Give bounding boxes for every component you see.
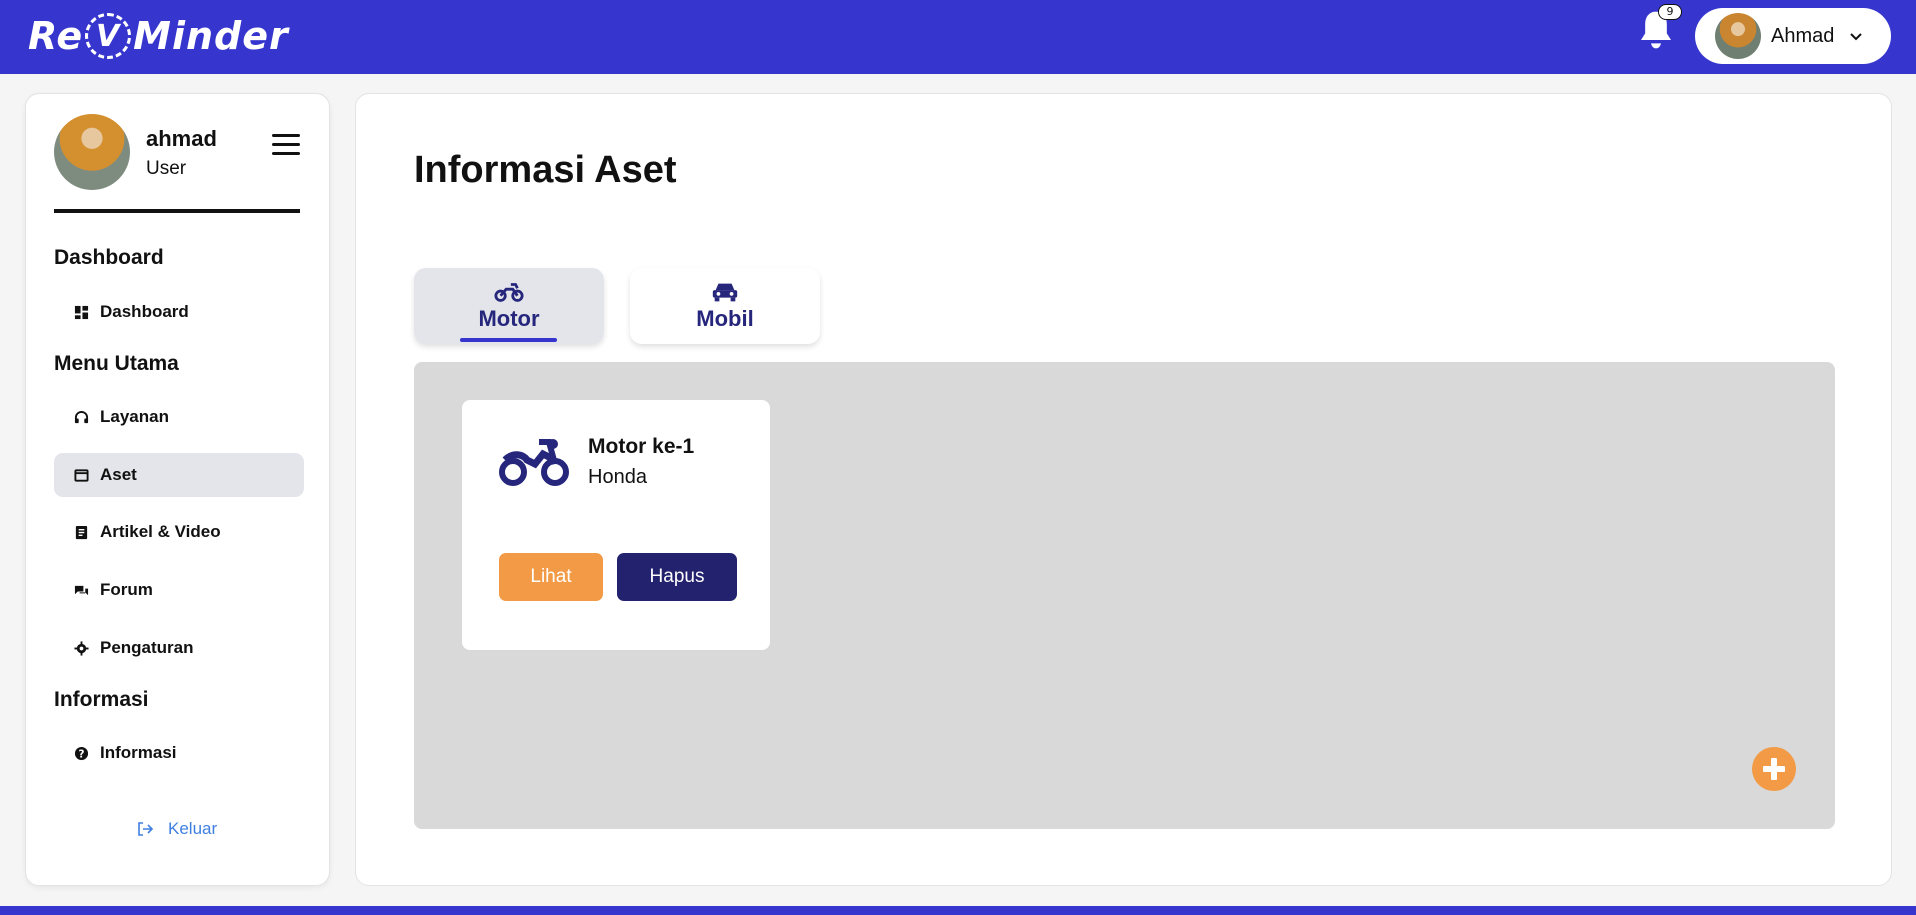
section-title-dashboard: Dashboard (54, 246, 164, 269)
dashboard-icon (74, 305, 89, 319)
logout-icon (138, 822, 154, 836)
top-navbar: Re V Minder 9 Ahmad (0, 0, 1916, 74)
page-title: Informasi Aset (414, 149, 677, 191)
sidebar-item-informasi[interactable]: ? Informasi (54, 731, 304, 775)
assets-panel: Motor ke-1 Honda Lihat Hapus (414, 362, 1835, 829)
headset-icon (74, 410, 89, 423)
window-icon (74, 468, 89, 482)
avatar (54, 114, 130, 190)
sidebar-item-forum[interactable]: Forum (54, 568, 304, 612)
logo-text-right: Minder (133, 14, 289, 58)
main-content: Informasi Aset Motor Mobil Motor ke-1 Ho… (355, 93, 1892, 886)
sidebar-item-label: Layanan (100, 407, 169, 426)
avatar (1715, 13, 1761, 59)
notification-count-badge: 9 (1658, 4, 1682, 20)
sidebar: ahmad User Dashboard Dashboard Menu Utam… (25, 93, 330, 886)
tab-mobil[interactable]: Mobil (630, 268, 820, 344)
article-icon (75, 525, 88, 539)
question-icon: ? (74, 746, 89, 760)
sidebar-item-label: Aset (100, 465, 137, 484)
asset-card: Motor ke-1 Honda Lihat Hapus (462, 400, 770, 650)
chevron-down-icon (1850, 33, 1863, 41)
profile-role: User (146, 158, 187, 179)
sidebar-item-artikel-video[interactable]: Artikel & Video (54, 510, 304, 554)
motorcycle-icon (494, 283, 524, 302)
sidebar-item-pengaturan[interactable]: Pengaturan (54, 626, 304, 670)
logo-v-mark: V (85, 13, 132, 59)
sidebar-item-label: Artikel & Video (100, 522, 221, 541)
sidebar-item-label: Forum (100, 580, 153, 599)
svg-text:?: ? (79, 748, 85, 760)
user-name: Ahmad (1771, 24, 1835, 47)
logo-text-left: Re (28, 14, 84, 58)
chat-icon (74, 585, 89, 595)
sidebar-item-dashboard[interactable]: Dashboard (54, 290, 304, 334)
section-title-main-menu: Menu Utama (54, 352, 179, 375)
section-title-informasi: Informasi (54, 688, 149, 711)
sidebar-item-label: Pengaturan (100, 638, 194, 657)
active-tab-indicator (460, 338, 557, 342)
car-icon (712, 283, 738, 302)
sidebar-item-label: Informasi (100, 743, 177, 762)
logout-label: Keluar (168, 819, 218, 838)
tab-label: Motor (478, 306, 540, 331)
plus-icon (1763, 758, 1785, 780)
asset-brand: Honda (588, 466, 647, 488)
motorcycle-icon (499, 439, 569, 486)
add-asset-button[interactable] (1752, 747, 1796, 791)
sidebar-divider (54, 209, 300, 213)
asset-title: Motor ke-1 (588, 435, 695, 458)
sidebar-item-layanan[interactable]: Layanan (54, 395, 304, 439)
logout-button[interactable]: Keluar (136, 819, 217, 839)
bottom-bar (0, 906, 1916, 915)
hamburger-menu-icon[interactable] (272, 134, 300, 158)
tab-label: Mobil (696, 306, 754, 331)
sidebar-profile: ahmad User (54, 114, 304, 204)
gear-icon (74, 640, 89, 656)
app-logo[interactable]: Re V Minder (28, 10, 289, 62)
profile-name: ahmad (146, 126, 217, 151)
view-asset-button[interactable]: Lihat (499, 553, 603, 601)
sidebar-item-aset[interactable]: Aset (54, 453, 304, 497)
sidebar-item-label: Dashboard (100, 302, 189, 321)
delete-asset-button[interactable]: Hapus (617, 553, 737, 601)
user-menu-button[interactable]: Ahmad (1695, 8, 1891, 64)
tab-motor[interactable]: Motor (414, 268, 604, 344)
